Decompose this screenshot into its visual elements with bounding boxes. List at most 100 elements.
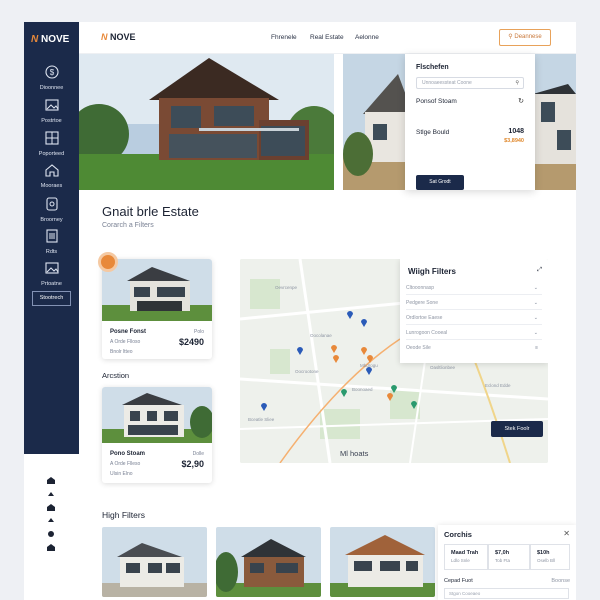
- map-filter-row[interactable]: Pedgere Sone ⌄: [406, 296, 542, 310]
- sidebar-item-rdts[interactable]: Rdts: [24, 228, 79, 255]
- sidebar-item-dioonnee[interactable]: $ Dioonnee: [24, 64, 79, 91]
- map-search-button[interactable]: Stek Foolr: [491, 421, 543, 437]
- sidebar-item-label: Broorney: [40, 217, 63, 223]
- home-icon: [44, 164, 59, 177]
- map-pin-icon[interactable]: [410, 399, 418, 409]
- section-label: Arcstion: [102, 371, 130, 380]
- listing-thumbnail[interactable]: [216, 527, 321, 597]
- listing-address: A Orde Flloso: [110, 339, 141, 345]
- map-pin-icon[interactable]: [332, 353, 340, 363]
- nav-link-3[interactable]: Aelonne: [355, 34, 379, 41]
- sidebar-item-label: Postrtoe: [41, 118, 62, 124]
- listing-thumbnail[interactable]: [330, 527, 435, 597]
- filter-row-label-2: Stlge Bould: [416, 129, 450, 136]
- sidebar-item-label: Poporteed: [38, 151, 65, 157]
- listing-card[interactable]: Pono Stoam Dolle A Orde Flleso $2,90 Uls…: [102, 387, 212, 483]
- nav-link-1[interactable]: Fhrenele: [271, 34, 297, 41]
- topbar: N NOVE Fhrenele Real Estate Aelonne ⚲ De…: [79, 22, 576, 54]
- map-filter-row[interactable]: Lunrogoon Cooeal ⌄: [406, 326, 542, 340]
- listing-thumbnail[interactable]: [102, 527, 207, 597]
- sidebar-logo[interactable]: N NOVE: [31, 34, 69, 45]
- compare-input[interactable]: Stgon Cooeaeo: [444, 588, 569, 599]
- compare-row-value: Boonse: [551, 578, 570, 584]
- map-place-label: Boonoaed: [352, 387, 373, 392]
- compare-row-label: Cepad Fuot: [444, 578, 473, 584]
- filter-panel-title: Flschefen: [416, 64, 449, 71]
- map-place-label: Oevrcenpe: [275, 285, 298, 290]
- home-icon[interactable]: [46, 475, 56, 485]
- map-pin-icon[interactable]: [365, 365, 373, 375]
- nav-link-real-estate[interactable]: Real Estate: [310, 34, 344, 41]
- hero-house-image: [79, 54, 334, 190]
- home-icon[interactable]: [46, 502, 56, 512]
- favorite-badge[interactable]: [98, 252, 118, 272]
- expand-icon[interactable]: ⤢: [537, 267, 542, 274]
- image-icon: [44, 99, 59, 111]
- app-window: N NOVE $ Dioonnee Postrtoe Poporteed Moo…: [24, 22, 576, 600]
- map-pin-icon[interactable]: [366, 353, 374, 363]
- compare-title: Corchis: [444, 530, 472, 539]
- sliders-icon: ≡: [535, 345, 538, 351]
- sidebar-item-broorney[interactable]: Broorney: [24, 196, 79, 223]
- section-title: High Filters: [102, 510, 145, 520]
- listing-card[interactable]: Posne Fonst Polo A Orde Flloso $2490 Bno…: [102, 259, 212, 359]
- sidebar-item-poporteed[interactable]: Poporteed: [24, 130, 79, 157]
- sidebar-item-label: Mooraes: [40, 183, 63, 189]
- listing-name: Pono Stoam: [110, 451, 146, 457]
- map-pin-icon[interactable]: [330, 343, 338, 353]
- listing-name: Posne Fonst: [110, 329, 147, 335]
- sidebar-search-button[interactable]: Stootrech: [32, 291, 71, 306]
- map-filter-row[interactable]: Oeode Sile ≡: [406, 341, 542, 355]
- compare-panel: Corchis ✕ Maad Trah Ldlo Snle $7,0h Tob Ft…: [438, 525, 576, 600]
- grid-icon: [44, 131, 59, 145]
- chevron-down-icon: ⌄: [533, 315, 538, 321]
- sidebar-item-label: Dioonnee: [39, 85, 64, 91]
- chevron-down-icon: ⌄: [533, 300, 538, 306]
- svg-text:$: $: [49, 68, 54, 77]
- dollar-icon: $: [44, 65, 59, 79]
- topbar-search-button[interactable]: ⚲ Deannese: [499, 29, 551, 46]
- filter-search-input[interactable]: Unnoaeessteat Coone ⚲: [416, 77, 524, 89]
- map-place-label: Oocolanae: [310, 333, 332, 338]
- map-pin-icon[interactable]: [360, 317, 368, 327]
- compare-box: $7,0h Tob Fta: [488, 544, 530, 570]
- sidebar: N NOVE $ Dioonnee Postrtoe Poporteed Moo…: [24, 22, 79, 454]
- map-pin-icon[interactable]: [386, 391, 394, 401]
- sidebar-item-postrtoe[interactable]: Postrtoe: [24, 97, 79, 124]
- map-pin-icon[interactable]: [340, 387, 348, 397]
- map-pin-icon[interactable]: [260, 401, 268, 411]
- map-pin-icon[interactable]: [346, 309, 354, 319]
- map-place-label: Eclond Edde: [485, 383, 511, 388]
- map-filter-row[interactable]: Ordlortoe Eaese ⌄: [406, 311, 542, 325]
- up-icon[interactable]: [46, 489, 56, 499]
- listing-price: $2490: [178, 337, 204, 347]
- map-place-label: Bceatle Sliee: [248, 417, 275, 422]
- chevron-down-icon: ⌄: [533, 285, 538, 291]
- listing-image: [102, 387, 212, 443]
- map-view[interactable]: Oevrcenpe Oocolanae Mbdrogu Oocrootone B…: [240, 259, 548, 463]
- listing-address: A Orde Flleso: [110, 461, 141, 467]
- map-filter-row[interactable]: Cltooonnasp ⌄: [406, 281, 542, 295]
- hero-filter-panel: Flschefen Unnoaeessteat Coone ⚲ Ponsof S…: [405, 54, 535, 190]
- sidebar-item-prtoatne[interactable]: Prtoatne: [24, 260, 79, 287]
- settings-icon[interactable]: [46, 529, 56, 539]
- image-icon: [44, 262, 59, 274]
- map-footer-label: Ml hoats: [340, 449, 369, 458]
- refresh-icon[interactable]: ↻: [518, 97, 524, 105]
- filter-row-price: $3,8940: [504, 138, 524, 144]
- topbar-logo[interactable]: N NOVE: [101, 32, 136, 42]
- page-title: Gnait brle Estate: [102, 204, 199, 219]
- map-filter-panel: Wiigh Filters ⤢ Cltooonnasp ⌄ Pedgere Son…: [400, 259, 548, 363]
- map-filter-title: Wiigh Filters: [408, 267, 456, 276]
- filter-search-button[interactable]: Sat Grodt: [416, 175, 464, 190]
- sidebar-item-mooraes[interactable]: Mooraes: [24, 162, 79, 189]
- map-pin-icon[interactable]: [296, 345, 304, 355]
- chevron-down-icon: ⌄: [533, 330, 538, 336]
- sidebar-item-label: Prtoatne: [41, 281, 62, 287]
- home-icon[interactable]: [46, 542, 56, 552]
- sidebar-item-label: Rdts: [45, 249, 58, 255]
- close-icon[interactable]: ✕: [563, 529, 570, 538]
- filter-row-value: 1048: [508, 128, 524, 135]
- compare-box: $10h Oselb Bll: [530, 544, 570, 570]
- up-icon[interactable]: [46, 515, 56, 525]
